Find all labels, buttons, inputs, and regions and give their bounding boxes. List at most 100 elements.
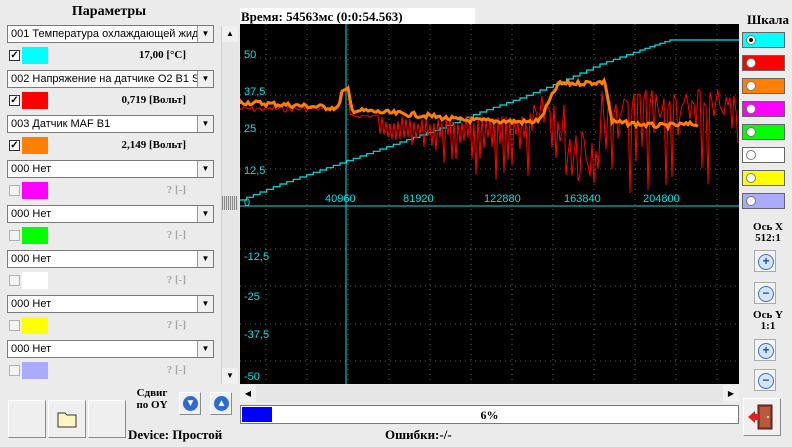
parameter-select[interactable]: 000 Нет ▼ [7,250,214,268]
x-tick-label: 204800 [643,193,680,205]
x-tick-label: 122880 [484,193,521,205]
radio-icon[interactable] [746,58,756,68]
zoom-out-icon: − [758,286,774,302]
chevron-down-icon[interactable]: ▼ [197,341,213,357]
parameter-select-value: 001 Температура охлаждающей жид [11,28,199,40]
parameter-select-value: 000 Нет [11,343,52,355]
maf-series [240,76,699,132]
scale-selector[interactable] [742,78,785,94]
device-value: Простой [172,427,223,442]
radio-icon[interactable] [746,127,756,137]
parameter-color-swatch[interactable] [22,317,48,334]
chart-hscroll[interactable]: ◀ ▶ [240,385,739,402]
axis-y-label-group: Ось Y 1:1 [745,310,791,332]
parameter-select[interactable]: 000 Нет ▼ [7,160,214,178]
parameter-color-swatch[interactable] [22,137,48,154]
zoom-x-out-button[interactable]: − [754,282,776,304]
chevron-down-icon[interactable]: ▼ [197,26,213,42]
parameter-select-value: 002 Напряжение на датчике О2 B1 S [11,73,200,85]
parameter-checkbox[interactable] [9,365,20,376]
parameter-color-swatch[interactable] [22,47,48,64]
radio-icon[interactable] [746,173,756,183]
parameter-select[interactable]: 001 Температура охлаждающей жид ▼ [7,25,214,43]
zoom-y-out-button[interactable]: − [754,369,776,391]
shift-up-button[interactable]: ▲ [210,392,232,415]
scroll-down-icon[interactable]: ▼ [222,368,238,384]
scroll-right-icon[interactable]: ▶ [723,385,739,402]
parameter-color-swatch[interactable] [22,92,48,109]
errors-status: Ошибки:-/- [385,427,452,443]
parameter-checkbox[interactable] [9,275,20,286]
chevron-down-icon[interactable]: ▼ [197,161,213,177]
parameter-value: ? [-] [166,229,186,241]
parameters-scrollbar[interactable]: ▲ ▼ [221,26,239,384]
radio-icon[interactable] [746,35,756,45]
parameter-value: ? [-] [166,274,186,286]
blank-button-1[interactable] [8,400,46,438]
y-tick-label: 37,5 [244,86,265,98]
parameter-select[interactable]: 000 Нет ▼ [7,340,214,358]
shift-label-1: Сдвиг [136,387,168,399]
parameter-color-swatch[interactable] [22,272,48,289]
y-tick-label: -12,5 [244,251,269,263]
errors-label: Ошибки: [385,427,440,442]
y-tick-label: 12,5 [244,165,265,177]
parameter-select[interactable]: 002 Напряжение на датчике О2 B1 S ▼ [7,70,214,88]
exit-button[interactable] [743,398,781,436]
parameter-color-swatch[interactable] [22,362,48,379]
axis-y-scale: 1:1 [760,320,776,332]
parameter-checkbox[interactable] [9,320,20,331]
shift-oy-label: Сдвиг по OY [130,387,174,411]
chart-area[interactable]: 50 37,5 25 12,5 0 -12,5 -25 -37,5 -50 40960 81920 1… [240,24,739,384]
zoom-out-icon: − [758,373,774,389]
x-tick-label: 163840 [564,193,601,205]
time-label: Время: [241,9,283,24]
scale-selector[interactable] [742,101,785,117]
shift-label-2: по OY [136,399,168,411]
parameters-title: Параметры [71,4,147,19]
parameter-value: ? [-] [166,364,186,376]
parameter-select[interactable]: 000 Нет ▼ [7,295,214,313]
scale-title: Шкала [747,12,789,27]
time-value: 54563мс (0:0:54.563) [286,9,403,24]
open-file-button[interactable] [48,400,86,438]
parameter-value: ? [-] [166,319,186,331]
radio-icon[interactable] [746,104,756,114]
parameter-select[interactable]: 000 Нет ▼ [7,205,214,223]
radio-icon[interactable] [746,81,756,91]
parameter-checkbox[interactable] [9,185,20,196]
zoom-y-in-button[interactable]: + [754,339,776,361]
scale-selector[interactable] [742,55,785,71]
parameter-checkbox[interactable]: ✓ [9,95,20,106]
parameter-checkbox[interactable]: ✓ [9,50,20,61]
scroll-thumb[interactable] [222,196,238,210]
radio-icon[interactable] [746,150,756,160]
parameter-checkbox[interactable]: ✓ [9,140,20,151]
chevron-down-icon[interactable]: ▼ [197,296,213,312]
chevron-down-icon[interactable]: ▼ [197,251,213,267]
arrow-up-icon: ▲ [214,396,229,411]
zoom-x-in-button[interactable]: + [754,250,776,272]
blank-button-2[interactable] [88,400,126,438]
y-tick-label: -25 [244,291,260,303]
parameter-color-swatch[interactable] [22,227,48,244]
parameter-color-swatch[interactable] [22,182,48,199]
time-readout: Время: 54563мс (0:0:54.563) [241,9,403,25]
scale-selector[interactable] [742,147,785,163]
o2-sensor-series [240,88,739,194]
scroll-up-icon[interactable]: ▲ [222,26,238,42]
parameter-checkbox[interactable] [9,230,20,241]
chevron-down-icon[interactable]: ▼ [197,206,213,222]
scale-selector[interactable] [742,193,785,209]
scale-selector[interactable] [742,124,785,140]
y-tick-label: 25 [244,123,256,135]
scale-selector[interactable] [742,170,785,186]
parameter-select[interactable]: 003 Датчик MAF B1 ▼ [7,115,214,133]
chevron-down-icon[interactable]: ▼ [197,71,213,87]
scale-selector[interactable] [742,32,785,48]
scroll-left-icon[interactable]: ◀ [240,385,256,402]
y-tick-label: 50 [244,49,256,61]
radio-icon[interactable] [746,196,756,206]
chevron-down-icon[interactable]: ▼ [197,116,213,132]
shift-down-button[interactable]: ▼ [179,392,201,415]
